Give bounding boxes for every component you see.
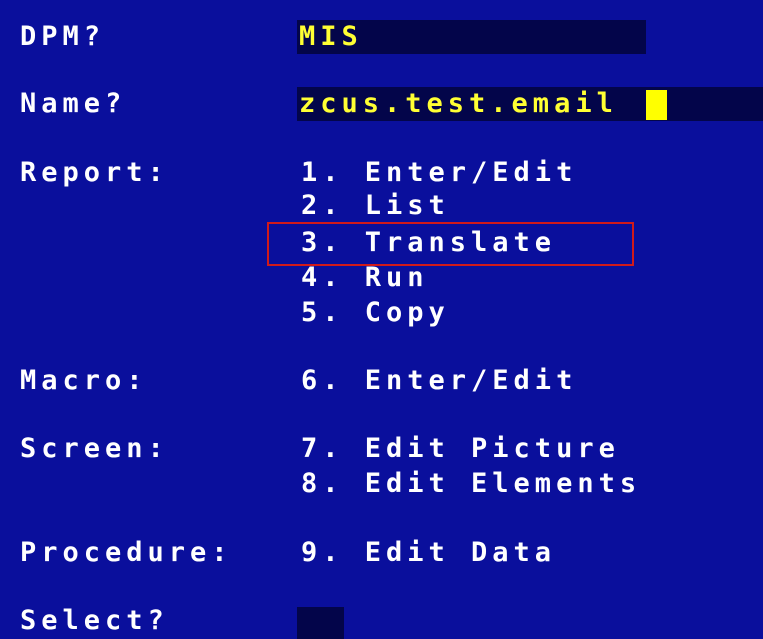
dpm-field[interactable]: MIS — [297, 20, 646, 54]
procedure-prompt: Procedure: — [20, 537, 233, 568]
dpm-value: MIS — [299, 21, 363, 52]
report-option-5[interactable]: 5. Copy — [301, 298, 450, 328]
report-prompt: Report: — [20, 157, 169, 188]
select-field[interactable] — [297, 607, 344, 639]
name-field[interactable]: zcus.test.email — [297, 87, 763, 121]
screen-prompt: Screen: — [20, 433, 169, 464]
procedure-option-9[interactable]: 9. Edit Data — [301, 538, 556, 568]
dpm-prompt: DPM? — [20, 21, 106, 52]
text-cursor — [646, 90, 667, 120]
macro-prompt: Macro: — [20, 365, 148, 396]
name-value: zcus.test.email — [299, 88, 618, 119]
name-prompt: Name? — [20, 88, 127, 119]
report-option-4[interactable]: 4. Run — [301, 263, 429, 293]
translate-highlight-box — [267, 222, 634, 266]
macro-option-6[interactable]: 6. Enter/Edit — [301, 366, 577, 396]
report-option-1[interactable]: 1. Enter/Edit — [301, 158, 577, 188]
screen-option-7[interactable]: 7. Edit Picture — [301, 434, 620, 464]
screen-option-8[interactable]: 8. Edit Elements — [301, 469, 641, 499]
select-prompt: Select? — [20, 605, 169, 636]
report-option-2[interactable]: 2. List — [301, 191, 450, 221]
